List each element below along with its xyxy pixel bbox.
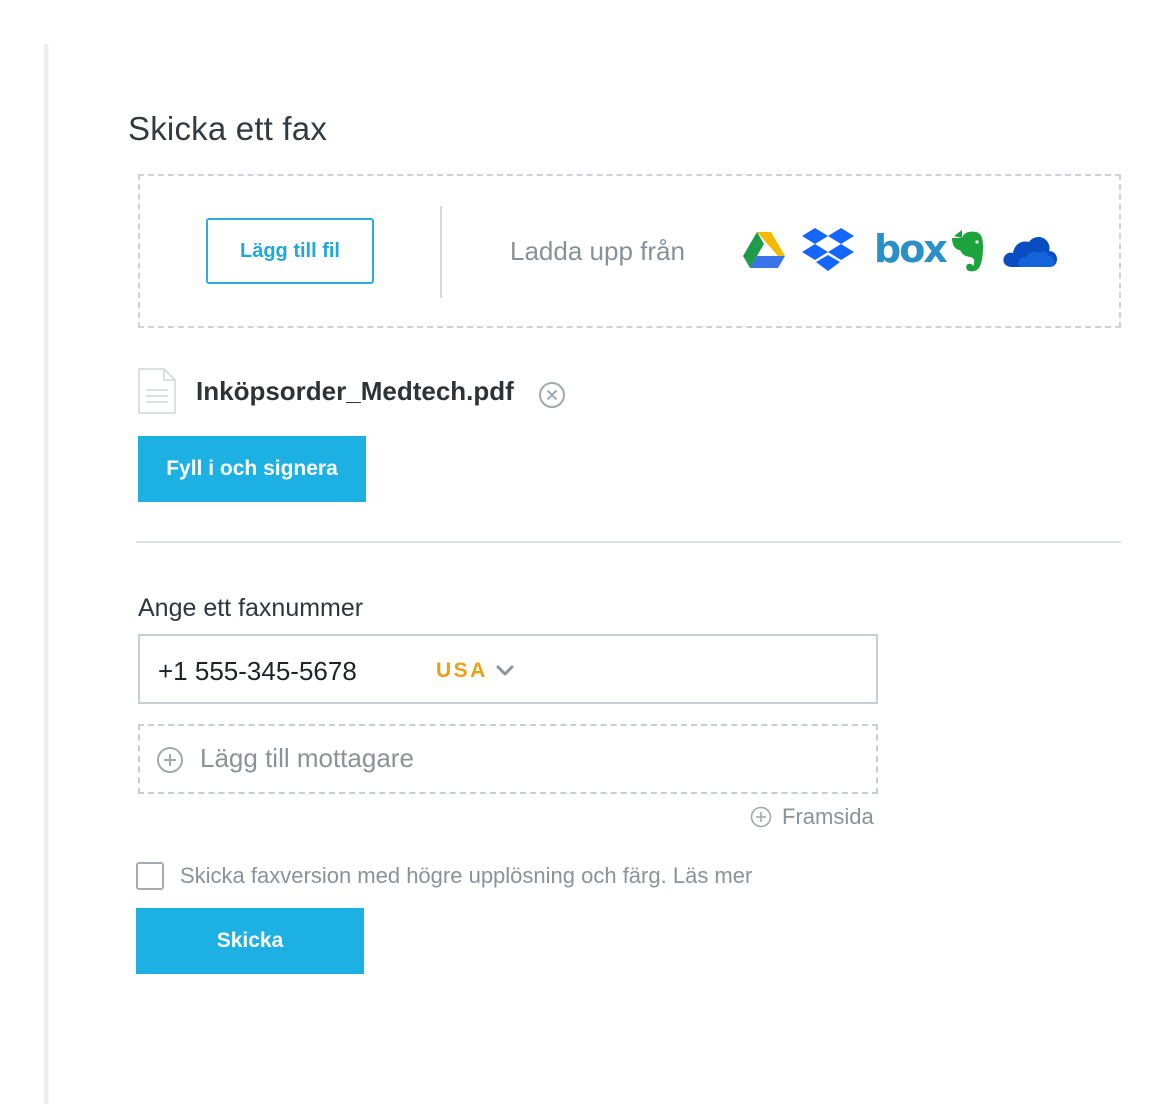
google-drive-icon[interactable]: [742, 230, 786, 270]
add-recipient-label[interactable]: Lägg till mottagare: [200, 743, 414, 774]
fax-number-label: Ange ett faxnummer: [138, 594, 364, 622]
country-code-value: USA: [436, 659, 488, 682]
read-more-link[interactable]: Läs mer: [673, 863, 752, 888]
left-panel-border: [44, 44, 49, 1104]
box-logo-text: box: [874, 227, 948, 271]
country-code-select[interactable]: USA: [436, 656, 514, 686]
plus-circle-icon: [750, 806, 772, 828]
document-icon: [138, 368, 176, 414]
page-title: Skicka ett fax: [128, 110, 328, 147]
close-circle-icon[interactable]: [538, 381, 566, 409]
onedrive-icon[interactable]: [1002, 232, 1058, 270]
send-button[interactable]: Skicka: [136, 908, 364, 974]
upload-divider: [440, 206, 442, 298]
plus-circle-icon: [156, 746, 184, 774]
add-file-button[interactable]: Lägg till fil: [206, 218, 374, 284]
attached-file-name: Inköpsorder_Medtech.pdf: [196, 376, 514, 406]
high-resolution-label: Skicka faxversion med högre upplösning o…: [180, 863, 752, 889]
fill-and-sign-button[interactable]: Fyll i och signera: [138, 436, 366, 502]
section-divider: [136, 541, 1121, 543]
cover-page-link[interactable]: Framsida: [750, 804, 874, 830]
box-icon[interactable]: box: [874, 226, 948, 272]
chevron-down-icon: [496, 665, 514, 676]
cover-page-label: Framsida: [782, 804, 874, 829]
high-resolution-checkbox[interactable]: [136, 862, 164, 890]
evernote-icon[interactable]: [948, 228, 988, 274]
upload-from-label: Ladda upp från: [510, 236, 685, 266]
dropbox-icon[interactable]: [802, 228, 854, 272]
high-resolution-text: Skicka faxversion med högre upplösning o…: [180, 863, 667, 888]
fax-number-value[interactable]: +1 555-345-5678: [158, 656, 357, 687]
